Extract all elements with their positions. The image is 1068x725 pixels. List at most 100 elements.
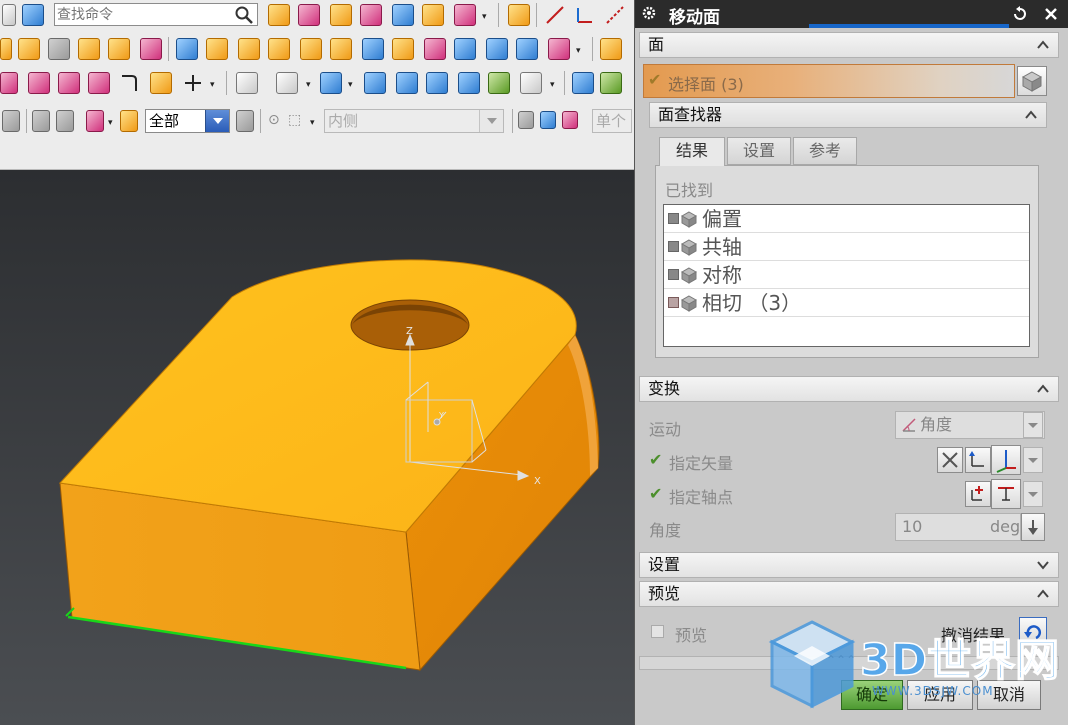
thicken-icon[interactable] <box>486 38 508 60</box>
bridge-curve-icon[interactable] <box>150 72 172 94</box>
pocket-icon[interactable] <box>454 4 476 26</box>
list-item-tangent[interactable]: 相切 （3） <box>664 289 1029 317</box>
cylinder-icon[interactable] <box>18 38 40 60</box>
top-view-icon[interactable] <box>426 72 448 94</box>
cone-icon[interactable] <box>48 38 70 60</box>
draft-icon[interactable] <box>238 38 260 60</box>
snap-point-icon[interactable] <box>86 110 104 132</box>
sew-icon[interactable] <box>516 38 538 60</box>
vector-dropdown-icon[interactable] <box>1023 447 1043 473</box>
more-dropdown-icon[interactable]: ▾ <box>576 46 581 56</box>
chevron-up-icon[interactable] <box>1022 106 1040 124</box>
face-rule-icon[interactable]: ⊙ <box>268 112 280 128</box>
selection-priority-icon[interactable] <box>56 110 74 132</box>
body-filter-icon[interactable] <box>518 111 534 129</box>
face-select-button[interactable] <box>1017 66 1047 96</box>
search-icon[interactable] <box>234 5 254 25</box>
command-finder-icon[interactable] <box>22 4 44 26</box>
boss-icon[interactable] <box>422 4 444 26</box>
graphics-viewport[interactable]: Z X Y <box>0 170 634 725</box>
line-icon[interactable] <box>544 4 566 26</box>
block-icon[interactable] <box>0 38 12 60</box>
pattern-icon[interactable] <box>424 38 446 60</box>
edge-blend-icon[interactable] <box>108 38 130 60</box>
select-icon[interactable] <box>2 110 20 132</box>
more-dropdown-icon[interactable]: ▾ <box>310 118 315 128</box>
face-finder-header[interactable]: 面查找器 <box>649 102 1047 128</box>
more-dropdown-icon[interactable]: ▾ <box>482 12 487 22</box>
selection-mode-icon[interactable] <box>32 110 50 132</box>
unite-icon[interactable] <box>330 38 352 60</box>
project-curve-icon[interactable] <box>88 72 110 94</box>
checkbox[interactable] <box>668 213 679 224</box>
list-item-offset[interactable]: 偏置 <box>664 205 1029 233</box>
reverse-direction-button[interactable] <box>937 447 963 473</box>
type-filter-select[interactable]: 全部 <box>145 109 230 133</box>
more-dropdown-icon[interactable]: ▾ <box>210 80 215 90</box>
tab-results[interactable]: 结果 <box>659 137 725 166</box>
checkbox-checked[interactable] <box>668 297 679 308</box>
region-select-icon[interactable]: ⬚ <box>288 112 301 128</box>
iso-view-icon[interactable] <box>364 72 386 94</box>
revolve-icon[interactable] <box>360 4 382 26</box>
measure-icon[interactable] <box>600 38 622 60</box>
point-icon[interactable] <box>574 4 596 26</box>
datum-plane-icon[interactable] <box>268 4 290 26</box>
command-search-box[interactable] <box>54 3 258 26</box>
more-dropdown-icon[interactable]: ▾ <box>306 80 311 90</box>
angle-menu-button[interactable] <box>1021 513 1045 541</box>
point-filter-icon[interactable] <box>120 110 138 132</box>
section-view-icon[interactable] <box>488 72 510 94</box>
wcs-orient-icon[interactable] <box>600 72 622 94</box>
trim-body-icon[interactable] <box>268 38 290 60</box>
plus-icon[interactable] <box>182 72 204 94</box>
checkbox[interactable] <box>668 241 679 252</box>
close-icon[interactable] <box>1041 4 1061 24</box>
wcs-icon[interactable] <box>572 72 594 94</box>
subtract-icon[interactable] <box>362 38 384 60</box>
chevron-up-icon[interactable] <box>1034 585 1052 603</box>
right-view-icon[interactable] <box>458 72 480 94</box>
vector-dialog-button[interactable] <box>965 447 991 473</box>
arc-icon[interactable] <box>118 72 140 94</box>
more-dropdown-icon[interactable]: ▾ <box>108 118 113 128</box>
dialog-title-bar[interactable]: 移动面 <box>635 0 1068 28</box>
list-item-symmetric[interactable]: 对称 <box>664 261 1029 289</box>
fit-view-icon[interactable] <box>236 72 258 94</box>
preview-section-header[interactable]: 预览 <box>639 581 1059 607</box>
link-icon[interactable] <box>508 4 530 26</box>
list-item-coaxial[interactable]: 共轴 <box>664 233 1029 261</box>
point-type-button[interactable] <box>991 479 1021 509</box>
angle-input[interactable]: 10 deg <box>895 513 1021 541</box>
background-icon[interactable] <box>520 72 542 94</box>
offset-face-icon[interactable] <box>176 38 198 60</box>
sphere-icon[interactable] <box>78 38 100 60</box>
patch-icon[interactable] <box>548 38 570 60</box>
motion-dropdown-icon[interactable] <box>1023 412 1043 438</box>
mirror-icon[interactable] <box>454 38 476 60</box>
split-body-icon[interactable] <box>300 38 322 60</box>
chevron-down-icon[interactable] <box>1034 556 1052 574</box>
chevron-up-icon[interactable] <box>1034 380 1052 398</box>
point-dialog-button[interactable] <box>965 481 991 507</box>
fillet-curve-icon[interactable] <box>28 72 50 94</box>
command-search-input[interactable] <box>57 5 227 24</box>
tab-reference[interactable]: 参考 <box>793 137 857 165</box>
more-dropdown-icon[interactable]: ▾ <box>550 80 555 90</box>
shaded-view-icon[interactable] <box>320 72 342 94</box>
sketch-icon[interactable] <box>298 4 320 26</box>
more-dropdown-icon[interactable]: ▾ <box>348 80 353 90</box>
trim-curve-icon[interactable] <box>0 72 18 94</box>
preview-checkbox[interactable] <box>651 625 664 638</box>
chamfer-icon[interactable] <box>140 38 162 60</box>
settings-section-header[interactable]: 设置 <box>639 552 1059 578</box>
gear-icon[interactable] <box>641 5 657 21</box>
tab-settings[interactable]: 设置 <box>727 137 791 165</box>
shell-icon[interactable] <box>206 38 228 60</box>
select-face-row[interactable]: ✔ 选择面 (3) <box>643 64 1015 98</box>
face-filter-icon[interactable] <box>540 111 556 129</box>
front-view-icon[interactable] <box>396 72 418 94</box>
face-section-header[interactable]: 面 <box>639 32 1059 58</box>
feature-filter-icon[interactable] <box>562 111 578 129</box>
menu-icon[interactable] <box>2 4 16 26</box>
